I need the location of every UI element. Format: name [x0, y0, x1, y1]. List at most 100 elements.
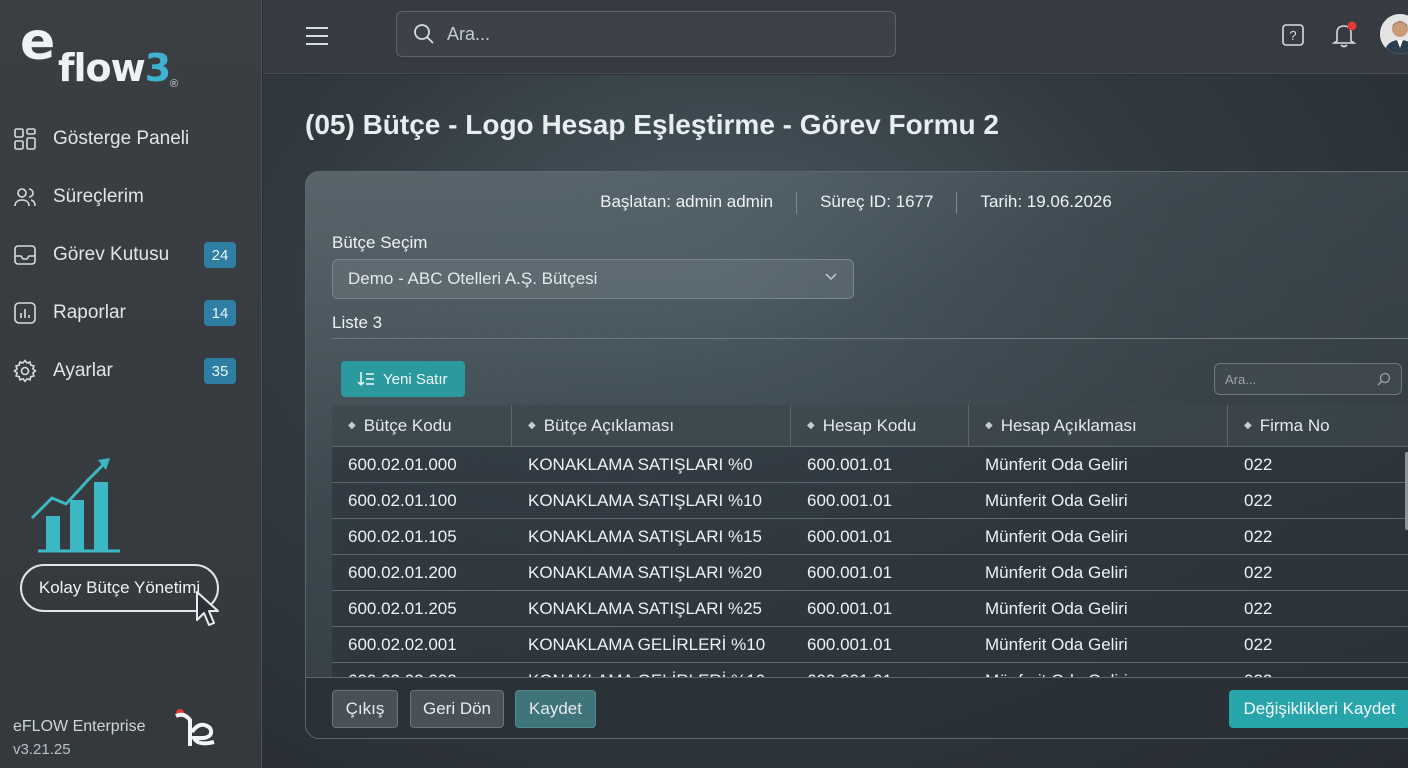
help-icon[interactable]: ? [1282, 24, 1304, 46]
dashboard-icon [12, 126, 38, 152]
sidebar-item-inbox[interactable]: Görev Kutusu 24 [0, 226, 262, 284]
cell-budget-desc: KONAKLAMA GELİRLERİ %10 [528, 634, 766, 654]
cell-budget-code: 600.02.02.001 [348, 634, 457, 654]
table-row[interactable]: 600.02.02.001 KONAKLAMA GELİRLERİ %10 600.… [332, 627, 1408, 663]
cell-company-no: 022 [1244, 454, 1273, 474]
save-changes-button[interactable]: Değişiklikleri Kaydet [1229, 690, 1408, 728]
reports-count-badge: 14 [204, 300, 236, 326]
cell-budget-code: 600.02.01.105 [348, 526, 457, 546]
cell-account-desc: Münferit Oda Geliri [985, 598, 1128, 618]
add-row-icon [357, 372, 374, 387]
svg-text:?: ? [1289, 28, 1296, 43]
table-body: 600.02.01.000 KONAKLAMA SATIŞLARI %0 600.0… [332, 447, 1408, 677]
logo-three: 3 [144, 46, 171, 90]
data-table: ◆ Bütçe Kodu ◆ Bütçe Açıklaması ◆ Hesap Kod… [332, 405, 1408, 677]
process-meta: Başlatan: admin admin Süreç ID: 1677 Tar… [306, 192, 1406, 214]
page-title: (05) Bütçe - Logo Hesap Eşleştirme - Gör… [305, 109, 999, 140]
budget-select-value: Demo - ABC Otelleri A.Ş. Bütçesi [348, 269, 598, 288]
growth-chart-icon [30, 458, 120, 553]
cell-account-desc: Münferit Oda Geliri [985, 490, 1128, 510]
list-label: Liste 3 [332, 313, 383, 332]
sidebar-item-label: Süreçlerim [53, 186, 144, 207]
started-by: Başlatan: admin admin [600, 192, 774, 211]
cell-account-desc: Münferit Oda Geliri [985, 454, 1128, 474]
logo-flow: flow [58, 46, 146, 90]
search-icon [414, 24, 434, 44]
sidebar-item-reports[interactable]: Raporlar 14 [0, 284, 262, 342]
sort-icon: ◆ [1244, 420, 1252, 431]
cell-account-code: 600.001.01 [807, 598, 893, 618]
cell-budget-desc: KONAKLAMA SATIŞLARI %0 [528, 454, 753, 474]
new-row-button[interactable]: Yeni Satır [341, 361, 465, 397]
cell-account-code: 600.001.01 [807, 490, 893, 510]
table-row[interactable]: 600.02.01.105 KONAKLAMA SATIŞLARI %15 600.… [332, 519, 1408, 555]
cell-budget-code: 600.02.01.100 [348, 490, 457, 510]
cell-budget-desc: KONAKLAMA SATIŞLARI %25 [528, 598, 762, 618]
save-button[interactable]: Kaydet [515, 690, 596, 728]
table-row[interactable]: 600.02.01.000 KONAKLAMA SATIŞLARI %0 600.0… [332, 447, 1408, 483]
column-header-budget-desc[interactable]: ◆ Bütçe Açıklaması [512, 405, 791, 446]
menu-icon[interactable] [305, 25, 329, 47]
table-search[interactable] [1214, 363, 1402, 395]
main-content: (05) Bütçe - Logo Hesap Eşleştirme - Gör… [263, 75, 1408, 768]
notification-bell-icon[interactable] [1332, 21, 1358, 49]
inbox-count-badge: 24 [204, 242, 236, 268]
new-row-label: Yeni Satır [383, 370, 448, 388]
cell-account-code: 600.001.01 [791, 663, 969, 678]
process-id: Süreç ID: 1677 [820, 192, 934, 211]
column-header-budget-code[interactable]: ◆ Bütçe Kodu [332, 405, 512, 446]
product-version: v3.21.25 [13, 741, 71, 758]
column-header-company-no[interactable]: ◆ Firma No [1228, 405, 1408, 446]
cell-company-no: 022 [1244, 526, 1273, 546]
sidebar-item-dashboard[interactable]: Gösterge Paneli [0, 110, 262, 168]
sort-icon: ◆ [807, 420, 815, 431]
cell-budget-code: 600.02.02.002 [332, 663, 512, 678]
cell-account-code: 600.001.01 [807, 526, 893, 546]
table-row[interactable]: 600.02.01.200 KONAKLAMA SATIŞLARI %20 600.… [332, 555, 1408, 591]
users-icon [12, 184, 38, 210]
report-icon [12, 300, 38, 326]
user-photo-icon [1380, 14, 1408, 54]
search-input[interactable] [447, 23, 867, 45]
column-label: Firma No [1259, 415, 1330, 435]
logo-registered: ® [170, 78, 179, 90]
cell-account-code: 600.001.01 [807, 454, 893, 474]
table-search-input[interactable] [1225, 371, 1365, 387]
table-header: ◆ Bütçe Kodu ◆ Bütçe Açıklaması ◆ Hesap Kod… [332, 405, 1408, 447]
back-button[interactable]: Geri Dön [410, 690, 504, 728]
sidebar-item-processes[interactable]: Süreçlerim [0, 168, 262, 226]
cell-company-no: 022 [1244, 562, 1273, 582]
column-header-account-desc[interactable]: ◆ Hesap Açıklaması [969, 405, 1228, 446]
promo-pill[interactable]: Kolay Bütçe Yönetimi [20, 564, 219, 612]
column-header-account-code[interactable]: ◆ Hesap Kodu [791, 405, 969, 446]
table-row[interactable]: 600.02.02.002KONAKLAMA GELİRLERİ %10600.… [332, 663, 1408, 677]
exit-button[interactable]: Çıkış [332, 690, 398, 728]
sort-icon: ◆ [348, 420, 356, 431]
eflow-logo[interactable]: e flow3 ® [20, 12, 190, 90]
sidebar-item-settings[interactable]: Ayarlar 35 [0, 342, 262, 400]
global-search[interactable] [396, 11, 896, 57]
user-avatar[interactable] [1380, 14, 1408, 54]
cell-account-desc: Münferit Oda Geliri [985, 526, 1128, 546]
cell-company-no: 022 [1244, 490, 1273, 510]
chevron-down-icon [825, 273, 837, 281]
promo-banner: Kolay Bütçe Yönetimi [20, 452, 230, 632]
inbox-icon [12, 242, 38, 268]
cell-account-desc: Münferit Oda Geliri [985, 634, 1128, 654]
table-row[interactable]: 600.02.01.205 KONAKLAMA SATIŞLARI %25 600.… [332, 591, 1408, 627]
budget-select[interactable]: Demo - ABC Otelleri A.Ş. Bütçesi [332, 259, 854, 299]
cell-company-no: 022 [1228, 663, 1408, 678]
sidebar: e flow3 ® Gösterge Paneli Süreçlerim Gör… [0, 0, 262, 768]
form-footer: Çıkış Geri Dön Kaydet Değişiklikleri Kay… [306, 677, 1408, 738]
cell-budget-desc: KONAKLAMA SATIŞLARI %10 [528, 490, 762, 510]
column-label: Bütçe Açıklaması [543, 415, 675, 435]
cursor-icon [196, 591, 219, 626]
column-label: Hesap Kodu [822, 415, 917, 435]
search-icon [1377, 372, 1391, 386]
sidebar-nav: Gösterge Paneli Süreçlerim Görev Kutusu … [0, 110, 262, 400]
cell-budget-desc: KONAKLAMA GELİRLERİ %10 [512, 663, 791, 678]
table-row[interactable]: 600.02.01.100 KONAKLAMA SATIŞLARI %10 600.… [332, 483, 1408, 519]
logo-e: e [20, 12, 55, 72]
cell-account-desc: Münferit Oda Geliri [969, 663, 1228, 678]
topbar: ? [263, 0, 1408, 74]
